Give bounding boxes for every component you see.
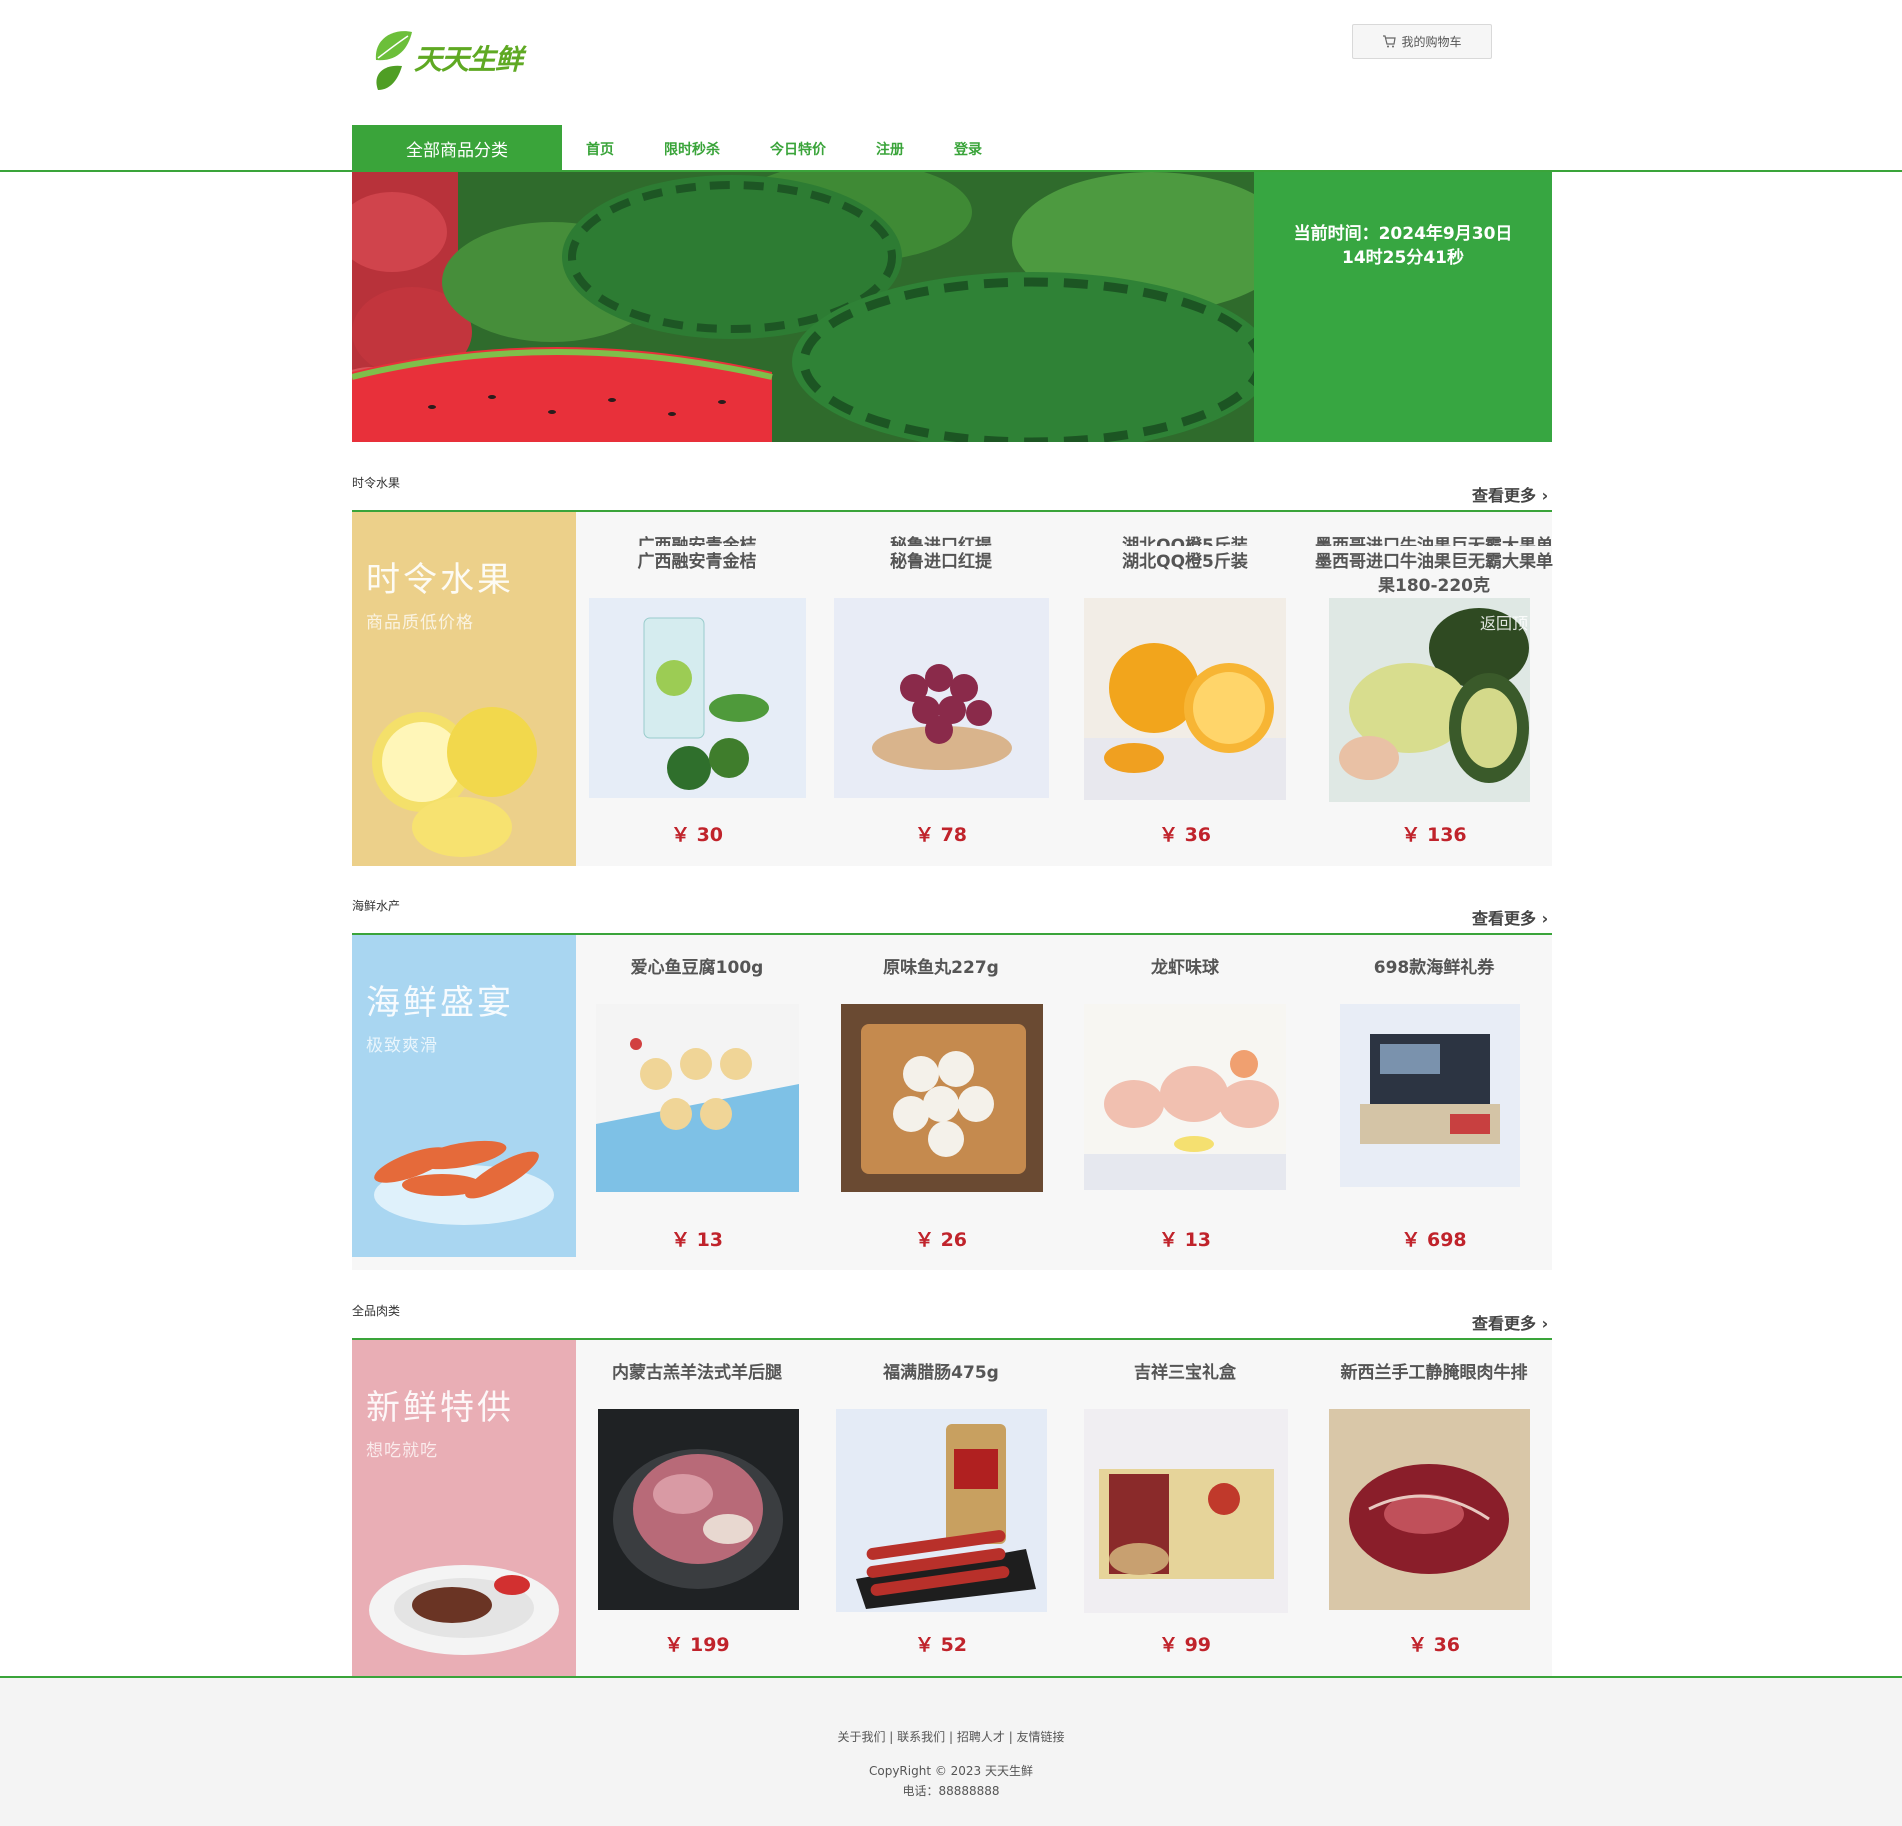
product-price: ￥ 698	[1401, 1229, 1467, 1251]
seafood-banner-title: 海鲜盛宴	[366, 983, 514, 1023]
watermelon-banner-image	[352, 172, 1254, 442]
product-image-sausage[interactable]	[836, 1409, 1047, 1612]
product-image-ribeye[interactable]	[1329, 1409, 1530, 1610]
product-price: ￥ 78	[914, 824, 968, 846]
product-name[interactable]: 爱心鱼豆腐100g	[582, 956, 812, 980]
product-name[interactable]: 原味鱼丸227g	[826, 956, 1056, 980]
product-name[interactable]: 698款海鲜礼券	[1314, 956, 1554, 980]
logo[interactable]: 天天生鲜	[368, 24, 538, 96]
product-image-lobster-balls[interactable]	[1084, 1004, 1286, 1190]
product-image-orange[interactable]	[1084, 598, 1286, 800]
view-more-meat[interactable]: 查看更多 ›	[1472, 1310, 1548, 1334]
product-price: ￥ 13	[1158, 1229, 1212, 1251]
all-categories-button[interactable]: 全部商品分类	[352, 125, 562, 171]
all-categories-label: 全部商品分类	[406, 140, 508, 161]
logo-text: 天天生鲜	[414, 43, 523, 76]
product-image-grapes[interactable]	[834, 598, 1049, 798]
fruit-banner-subtitle: 商品质低价格	[366, 613, 474, 633]
steak-plate-image	[369, 1565, 559, 1655]
meat-banner-title: 新鲜特供	[366, 1388, 514, 1428]
product-price: ￥ 99	[1158, 1634, 1212, 1656]
seafood-banner-subtitle: 极致爽滑	[366, 1036, 438, 1056]
product-image-gift-box[interactable]	[1084, 1409, 1288, 1613]
product-price: ￥ 26	[914, 1229, 968, 1251]
current-time-box: 当前时间：2024年9月30日 14时25分41秒	[1254, 172, 1552, 442]
chevron-right-icon: ›	[1541, 486, 1549, 505]
product-name[interactable]: 内蒙古羔羊法式羊后腿	[582, 1361, 812, 1385]
cart-button[interactable]: 我的购物车	[1352, 24, 1492, 59]
nav-link-daily-deals[interactable]: 今日特价	[770, 139, 826, 159]
product-price: ￥ 136	[1401, 824, 1467, 846]
product-name[interactable]: 新西兰手工静腌眼肉牛排	[1314, 1361, 1554, 1385]
view-more-label: 查看更多	[1472, 909, 1537, 928]
footer	[0, 1676, 1902, 1826]
product-image-lamb-leg[interactable]	[598, 1409, 799, 1610]
product-name[interactable]: 湖北QQ橙5斤装	[1070, 550, 1300, 574]
current-date: 当前时间：2024年9月30日	[1293, 224, 1513, 244]
footer-link-friends[interactable]: 友情链接	[1017, 1730, 1065, 1744]
footer-links: 关于我们 | 联系我们 | 招聘人才 | 友情链接	[0, 1728, 1902, 1745]
view-more-fruit[interactable]: 查看更多 ›	[1472, 482, 1548, 506]
product-name[interactable]: 墨西哥进口牛油果巨无霸大果单果180-220克	[1314, 550, 1554, 598]
meat-banner-subtitle: 想吃就吃	[366, 1441, 438, 1461]
view-more-seafood[interactable]: 查看更多 ›	[1472, 905, 1548, 929]
product-price: ￥ 36	[1158, 824, 1212, 846]
shrimp-image	[374, 1140, 554, 1225]
meat-promo-banner[interactable]: 新鲜特供 想吃就吃	[352, 1340, 576, 1676]
nav-link-login[interactable]: 登录	[954, 139, 982, 159]
product-name[interactable]: 龙虾味球	[1070, 956, 1300, 980]
product-price: ￥ 13	[670, 1229, 724, 1251]
footer-separator: |	[889, 1730, 898, 1744]
lemon-image	[372, 707, 537, 857]
footer-link-contact[interactable]: 联系我们	[897, 1730, 945, 1744]
product-name[interactable]: 吉祥三宝礼盒	[1070, 1361, 1300, 1385]
footer-phone: 电话：88888888	[902, 1784, 1000, 1798]
product-price: ￥ 199	[664, 1634, 730, 1656]
view-more-label: 查看更多	[1472, 1314, 1537, 1333]
current-clock: 14时25分41秒	[1342, 248, 1464, 268]
product-image-seafood-voucher[interactable]	[1340, 1004, 1520, 1187]
product-price: ￥ 30	[670, 824, 724, 846]
nav-link-register[interactable]: 注册	[876, 139, 904, 159]
product-name-ghost: 广西融安青金桔	[637, 536, 757, 546]
seafood-promo-banner[interactable]: 海鲜盛宴 极致爽滑	[352, 935, 576, 1257]
footer-separator: |	[948, 1730, 957, 1744]
footer-link-about[interactable]: 关于我们	[837, 1730, 885, 1744]
view-more-label: 查看更多	[1472, 486, 1537, 505]
cart-label: 我的购物车	[1401, 35, 1462, 49]
nav-link-flash-sale[interactable]: 限时秒杀	[664, 139, 720, 159]
product-price: ￥ 36	[1407, 1634, 1461, 1656]
cart-icon	[1383, 35, 1397, 48]
section-title-meat: 全品肉类	[352, 1304, 401, 1318]
product-price: ￥ 52	[914, 1634, 968, 1656]
product-name[interactable]: 福满腊肠475g	[826, 1361, 1056, 1385]
product-image-fish-balls[interactable]	[841, 1004, 1043, 1192]
product-image-fish-tofu[interactable]	[596, 1004, 799, 1192]
product-name-ghost: 湖北QQ橙5斤装	[1122, 536, 1248, 546]
fruit-promo-banner[interactable]: 时令水果 商品质低价格	[352, 512, 576, 866]
product-name-ghost: 秘鲁进口红提	[890, 536, 992, 546]
product-name-ghost: 墨西哥进口牛油果巨无霸大果单果180-220克	[1315, 536, 1553, 546]
chevron-right-icon: ›	[1541, 909, 1549, 928]
product-name[interactable]: 秘鲁进口红提	[826, 550, 1056, 574]
chevron-right-icon: ›	[1541, 1314, 1549, 1333]
section-title-fruit: 时令水果	[352, 476, 401, 490]
product-image-avocado[interactable]: 返回顶	[1329, 598, 1530, 802]
footer-link-careers[interactable]: 招聘人才	[957, 1730, 1005, 1744]
product-name[interactable]: 广西融安青金桔	[582, 550, 812, 574]
footer-separator: |	[1008, 1730, 1017, 1744]
footer-copyright: CopyRight © 2023 天天生鲜	[868, 1764, 1034, 1778]
fruit-banner-title: 时令水果	[366, 560, 514, 600]
nav-link-home[interactable]: 首页	[586, 139, 614, 159]
hero-banner[interactable]	[352, 172, 1254, 442]
section-title-seafood: 海鲜水产	[352, 899, 401, 913]
product-image-kumquat[interactable]	[589, 598, 806, 798]
back-to-top-overlay[interactable]: 返回顶	[1480, 610, 1528, 634]
